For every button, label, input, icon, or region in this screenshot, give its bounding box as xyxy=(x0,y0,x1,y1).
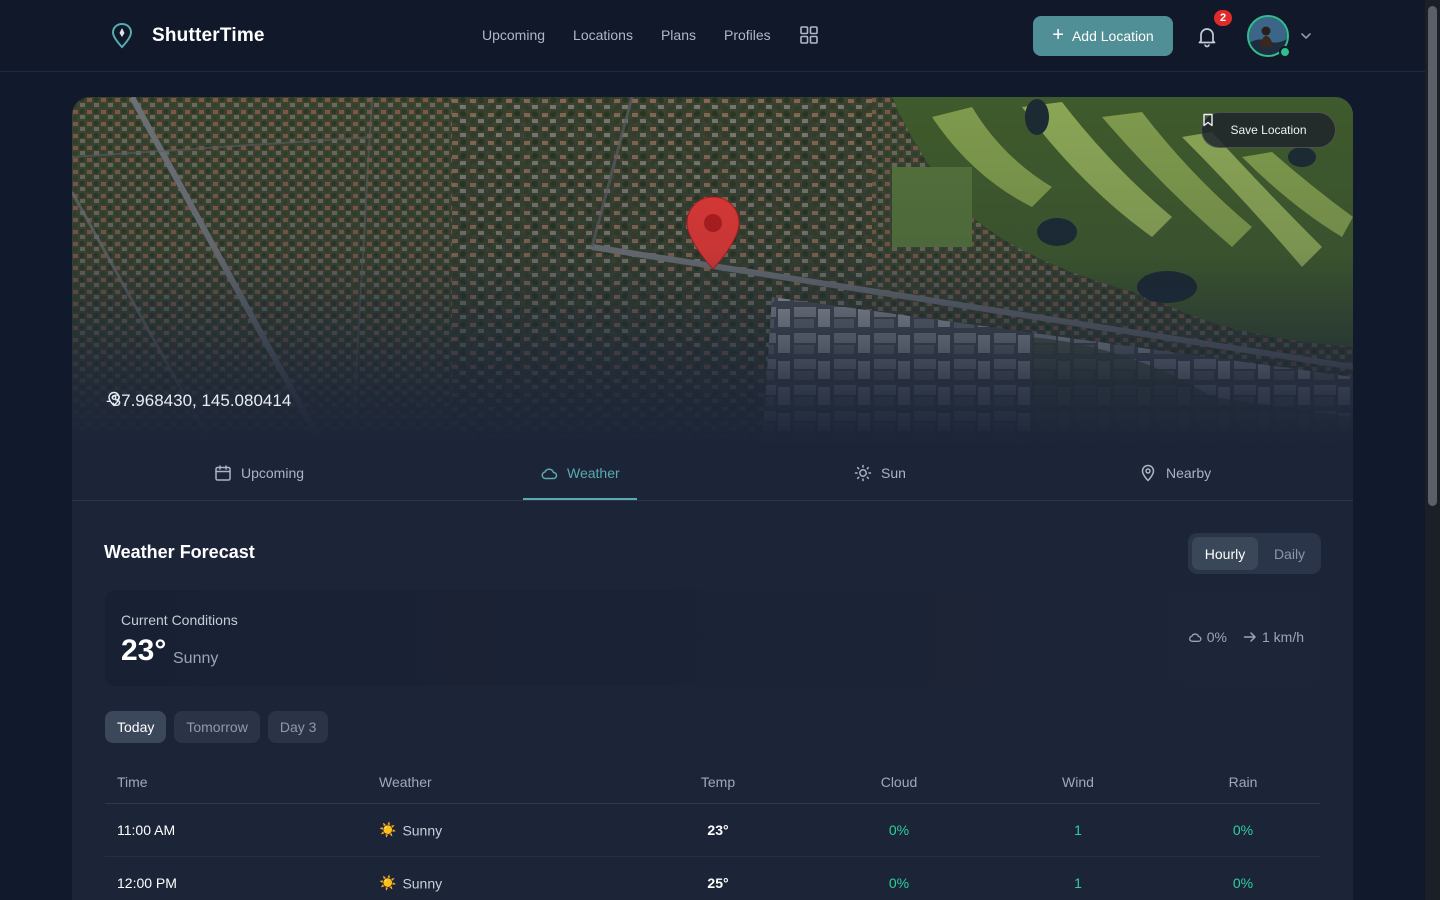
satellite-map[interactable]: -37.968430, 145.080414 Save Location xyxy=(72,97,1353,445)
current-stats: 0% 1 km/h xyxy=(1188,629,1304,645)
current-wind: 1 km/h xyxy=(1243,629,1304,645)
row-wind-value: 1 xyxy=(1074,822,1082,838)
current-wind-value: 1 km/h xyxy=(1261,629,1304,645)
tab-weather-label: Weather xyxy=(567,465,620,481)
tab-upcoming[interactable]: Upcoming xyxy=(214,445,304,501)
section-title: Weather Forecast xyxy=(104,542,255,562)
current-conditions-panel: Current Conditions 23° Sunny 0% 1 km/h xyxy=(105,590,1320,686)
sun-emoji-icon: ☀️ xyxy=(379,821,397,838)
mode-daily-button[interactable]: Daily xyxy=(1262,537,1317,570)
page-scrollbar[interactable] xyxy=(1425,0,1440,900)
row-cloud-value: 0% xyxy=(888,875,910,891)
tab-sun[interactable]: Sun xyxy=(854,445,906,501)
col-temp-label: Temp xyxy=(700,774,736,790)
apps-grid-icon[interactable] xyxy=(799,25,819,45)
tab-upcoming-label: Upcoming xyxy=(241,465,305,481)
location-tabs: Upcoming Weather Sun Nearby xyxy=(72,445,1353,501)
tab-nearby[interactable]: Nearby xyxy=(1139,445,1211,501)
hourly-forecast-table: Time Weather Temp Cloud Wind Rain 11:00 … xyxy=(105,761,1320,900)
current-temperature: 23° xyxy=(121,634,167,667)
day-today-button[interactable]: Today xyxy=(105,711,167,743)
online-status-dot xyxy=(1279,46,1291,58)
sun-icon xyxy=(854,464,872,482)
col-rain-label: Rain xyxy=(1228,774,1258,790)
coordinates-text: -37.968430, 145.080414 xyxy=(106,391,292,410)
col-weather[interactable]: Weather xyxy=(379,774,432,790)
current-cloud-value: 0% xyxy=(1206,629,1227,645)
arrow-right-icon xyxy=(1243,632,1256,642)
col-wind-label: Wind xyxy=(1062,774,1094,790)
row-wind-value: 1 xyxy=(1074,875,1082,891)
add-location-button[interactable]: + Add Location xyxy=(1033,16,1173,56)
current-conditions-label: Current Conditions xyxy=(121,612,238,628)
table-header: Time Weather Temp Cloud Wind Rain xyxy=(105,761,1320,804)
notification-badge: 2 xyxy=(1214,10,1232,26)
add-location-label: Add Location xyxy=(1071,28,1154,44)
map-pin-icon xyxy=(1141,464,1155,482)
bookmark-icon xyxy=(1203,113,1213,127)
row-temp-value: 23° xyxy=(707,822,729,838)
current-condition: Sunny xyxy=(173,650,219,667)
day-3-button[interactable]: Day 3 xyxy=(267,711,329,743)
calendar-icon xyxy=(215,465,231,481)
table-row[interactable]: 12:00 PM ☀️ Sunny 25° 0% 1 0% xyxy=(105,857,1320,900)
save-location-label: Save Location xyxy=(1230,123,1307,137)
current-cloud: 0% xyxy=(1188,629,1227,645)
tab-sun-label: Sun xyxy=(881,465,906,481)
row-time: 11:00 AM xyxy=(117,822,176,838)
nav-profiles[interactable]: Profiles xyxy=(724,27,771,43)
row-rain-value: 0% xyxy=(1232,875,1254,891)
row-weather: ☀️ Sunny xyxy=(379,875,442,892)
day-selector: Today Tomorrow Day 3 xyxy=(105,711,329,743)
tab-weather[interactable]: Weather xyxy=(540,445,620,501)
location-card: -37.968430, 145.080414 Save Location Upc… xyxy=(72,97,1353,900)
app-name: ShutterTime xyxy=(152,25,265,46)
main-nav: Upcoming Locations Plans Profiles xyxy=(482,25,819,45)
scrollbar-thumb[interactable] xyxy=(1428,6,1437,506)
row-temp-value: 25° xyxy=(707,875,729,891)
row-weather-label: Sunny xyxy=(402,822,443,838)
sun-emoji-icon: ☀️ xyxy=(379,874,397,891)
col-cloud-label: Cloud xyxy=(880,774,918,790)
row-cloud-value: 0% xyxy=(888,822,910,838)
day-tomorrow-button[interactable]: Tomorrow xyxy=(174,711,260,743)
plus-icon: + xyxy=(1052,24,1064,46)
row-time: 12:00 PM xyxy=(117,875,177,891)
brand[interactable]: ShutterTime xyxy=(110,22,265,50)
active-tab-indicator xyxy=(523,498,637,500)
nav-upcoming[interactable]: Upcoming xyxy=(482,27,545,43)
row-weather: ☀️ Sunny xyxy=(379,822,442,839)
col-time[interactable]: Time xyxy=(117,774,148,790)
mode-hourly-button[interactable]: Hourly xyxy=(1192,537,1258,570)
table-row[interactable]: 11:00 AM ☀️ Sunny 23° 0% 1 0% xyxy=(105,804,1320,857)
cloud-icon xyxy=(1188,633,1202,642)
coordinates: -37.968430, 145.080414 xyxy=(106,391,291,411)
cloud-icon xyxy=(541,468,558,480)
save-location-button[interactable]: Save Location xyxy=(1201,112,1336,148)
tab-nearby-label: Nearby xyxy=(1166,465,1212,481)
forecast-mode-toggle: Hourly Daily xyxy=(1188,533,1321,574)
chevron-down-icon[interactable] xyxy=(1299,29,1313,43)
row-rain-value: 0% xyxy=(1232,822,1254,838)
logo-pin-icon xyxy=(111,22,133,49)
location-pin-icon xyxy=(108,391,120,407)
row-weather-label: Sunny xyxy=(402,875,443,891)
nav-locations[interactable]: Locations xyxy=(573,27,633,43)
bell-icon[interactable] xyxy=(1195,24,1219,48)
nav-plans[interactable]: Plans xyxy=(661,27,696,43)
top-navigation-bar: ShutterTime Upcoming Locations Plans Pro… xyxy=(0,0,1425,72)
